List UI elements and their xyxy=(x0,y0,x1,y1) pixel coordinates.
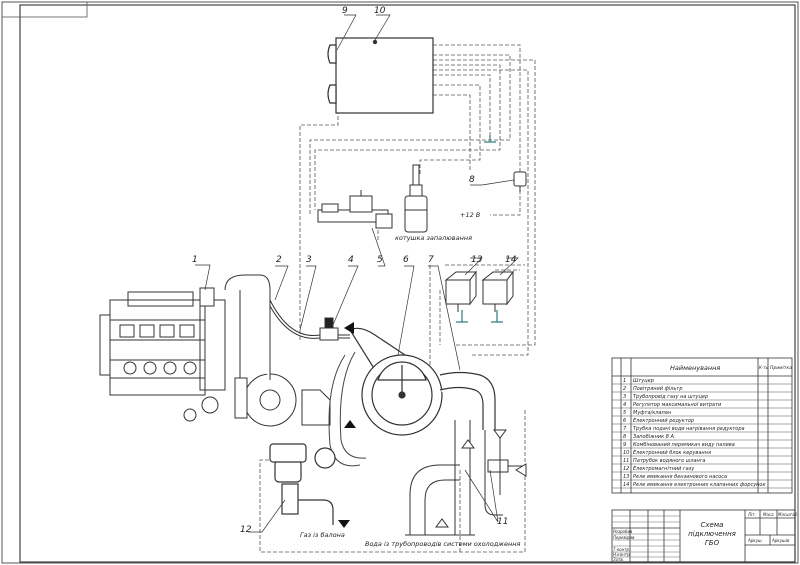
bom-row-name: Патрубок водяного шланга xyxy=(633,458,706,464)
callout-1: 1 xyxy=(192,255,198,265)
callout-3: 3 xyxy=(306,255,312,265)
callout-6: 6 xyxy=(403,255,409,265)
bom-row-pos: 1 xyxy=(623,378,626,384)
bom-row-pos: 3 xyxy=(623,394,626,400)
voltage-label: +12 В xyxy=(460,211,481,219)
bom-row-pos: 10 xyxy=(623,450,629,456)
bom-row-pos: 14 xyxy=(623,482,629,488)
callout-10: 10 xyxy=(374,6,386,16)
ecu-block xyxy=(335,37,434,114)
callout-12: 12 xyxy=(240,525,252,535)
sheets-label: Аркушів xyxy=(771,538,790,543)
bom-row-pos: 8 xyxy=(623,434,626,440)
flow-regulator-4 xyxy=(319,317,339,341)
bom-row-name: Регулятор максимальної витрати xyxy=(633,402,722,408)
bom-row-name: Трубка подачі води нагрівання редуктора xyxy=(633,426,745,432)
bom-row-pos: 9 xyxy=(623,442,626,448)
callout-2: 2 xyxy=(276,255,282,265)
bom-row-pos: 12 xyxy=(623,466,629,472)
drawing-title-3: ГБО xyxy=(705,539,720,547)
bom-row-name: Запобіжник 8 А xyxy=(633,434,674,440)
hdr-lit: Літ. xyxy=(747,512,756,517)
gas-solenoid-12 xyxy=(269,443,336,525)
fuse-8a xyxy=(513,171,527,192)
fitting-1 xyxy=(199,287,215,307)
bom-row-pos: 2 xyxy=(623,386,626,392)
hdr-scale: Масштаб xyxy=(778,512,798,517)
callout-14: 14 xyxy=(505,255,517,265)
solenoid-valve-5 xyxy=(317,190,393,229)
corner-stamp-box xyxy=(1,1,88,18)
callout-11: 11 xyxy=(497,517,508,527)
callout-8: 8 xyxy=(469,175,475,185)
bom-row-pos: 7 xyxy=(623,426,627,432)
hdr-mass: Маса xyxy=(763,512,774,517)
role-2: Перевірив xyxy=(613,535,635,540)
bom-row-name: Трубопровід газу на штуцер xyxy=(633,394,708,400)
bom-row-name: Реле вмикання бензинового насоса xyxy=(633,474,727,480)
bom-header-note: Примітка xyxy=(770,365,792,371)
callout-7: 7 xyxy=(428,255,434,265)
role-1: Розробив xyxy=(613,529,633,534)
bom-row-pos: 13 xyxy=(623,474,629,480)
reducer-6 xyxy=(349,327,496,436)
callout-5: 5 xyxy=(377,255,383,265)
gas-from-tank-label: Газ із балона xyxy=(300,531,345,539)
drive-belt xyxy=(328,351,367,467)
bom-row-name: Електронний редуктор xyxy=(633,418,694,424)
callout-13: 13 xyxy=(471,255,483,265)
ignition-coil-label: котушка запалювання xyxy=(395,234,472,242)
bom-row-pos: 6 xyxy=(623,418,626,424)
drawing-title-2: підключення xyxy=(688,530,736,538)
role-5: Затв. xyxy=(613,557,624,562)
bom-row-pos: 11 xyxy=(623,458,629,464)
air-filter xyxy=(224,274,331,427)
water-from-cooling-label: Вода із трубопроводів системи охолодженн… xyxy=(365,540,521,548)
bom-row-name: Реле вмикання електронних клапанних форс… xyxy=(633,482,766,488)
drawing-sheet: 1 2 3 4 5 6 7 8 9 10 11 12 13 14 котушка… xyxy=(1,1,799,564)
callout-9: 9 xyxy=(342,6,348,16)
relay-14 xyxy=(481,270,514,312)
bom-header-qty: К-ть xyxy=(759,365,769,370)
bom-row-pos: 5 xyxy=(623,410,626,416)
bom-row-pos: 4 xyxy=(623,402,626,408)
bom-row-name: Муфта/клапан xyxy=(633,410,672,416)
bom-header-name: Найменування xyxy=(670,364,720,372)
relay-13 xyxy=(444,270,477,312)
bom-row-name: Електронний блок керування xyxy=(633,450,711,456)
ignition-coil xyxy=(404,164,428,233)
bom-rows: 1 Штуцер 2 Повітряний фільтр 3 Трубопровід га… xyxy=(623,378,766,488)
fuel-switch xyxy=(327,44,337,104)
drawing-title-1: Схема xyxy=(701,521,724,529)
callout-4: 4 xyxy=(348,255,354,265)
bom-row-name: Електромагнітний газу xyxy=(633,466,695,472)
sheet-label: Аркуш xyxy=(747,538,762,543)
bom-row-name: Штуцер xyxy=(633,378,654,384)
bom-row-name: Повітряний фільтр xyxy=(633,386,683,392)
bom-row-name: Комбінований перемикач виду палива xyxy=(633,442,735,448)
engine xyxy=(99,291,226,422)
